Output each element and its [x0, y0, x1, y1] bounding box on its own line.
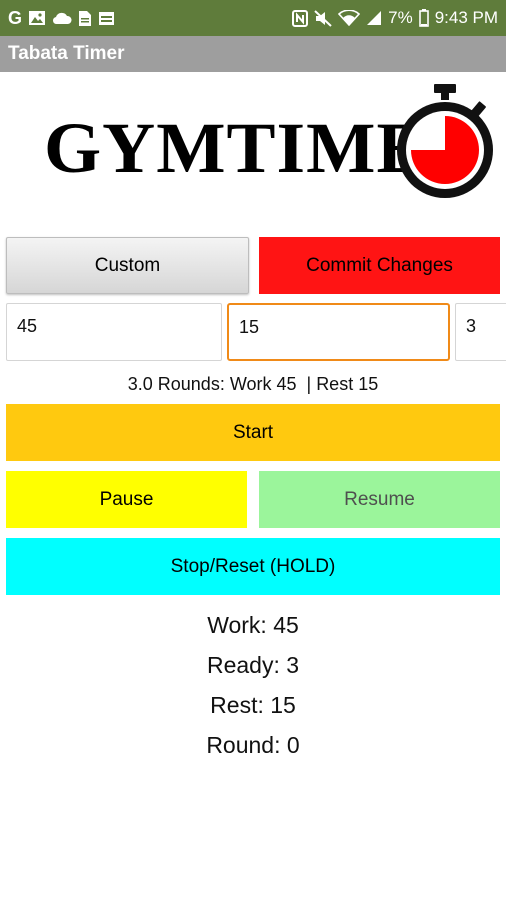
work-seconds-field[interactable]: 45	[6, 303, 222, 361]
logo-text: GYMTIME	[44, 108, 427, 188]
gymtime-logo: GYMTIME	[44, 82, 500, 202]
signal-icon	[366, 10, 382, 26]
round-readout: Round: 0	[206, 732, 300, 758]
wifi-icon	[338, 10, 361, 26]
document-icon	[78, 10, 92, 27]
rest-readout: Rest: 15	[210, 692, 296, 718]
cloud-icon	[52, 11, 72, 25]
commit-changes-button[interactable]: Commit Changes	[259, 237, 500, 294]
clock: 9:43 PM	[434, 8, 498, 27]
app-title: Tabata Timer	[8, 43, 125, 64]
stopwatch-icon	[397, 84, 493, 198]
custom-button[interactable]: Custom	[6, 237, 249, 294]
image-icon	[28, 10, 46, 26]
pause-button[interactable]: Pause	[6, 471, 247, 528]
mute-icon	[314, 9, 332, 27]
start-button[interactable]: Start	[6, 404, 500, 461]
rest-seconds-field[interactable]: 15	[227, 303, 450, 361]
google-icon: G	[8, 7, 23, 28]
notification-icons: G	[8, 8, 115, 29]
status-bar: G 7% 9:43 PM	[0, 0, 506, 36]
settings-summary: 3.0 Rounds: Work 45 | Rest 15	[127, 374, 379, 394]
system-icons: 7% 9:43 PM	[292, 8, 498, 28]
calendar-icon	[98, 10, 115, 26]
battery-percentage: 7%	[388, 8, 413, 27]
resume-button[interactable]: Resume	[259, 471, 500, 528]
stop-reset-button[interactable]: Stop/Reset (HOLD)	[6, 538, 500, 595]
app-title-bar: Tabata Timer	[0, 36, 506, 72]
ready-readout: Ready: 3	[206, 652, 300, 678]
rounds-field[interactable]: 3	[455, 303, 506, 361]
battery-icon	[418, 9, 429, 27]
work-readout: Work: 45	[207, 612, 299, 638]
nfc-icon	[292, 9, 309, 27]
